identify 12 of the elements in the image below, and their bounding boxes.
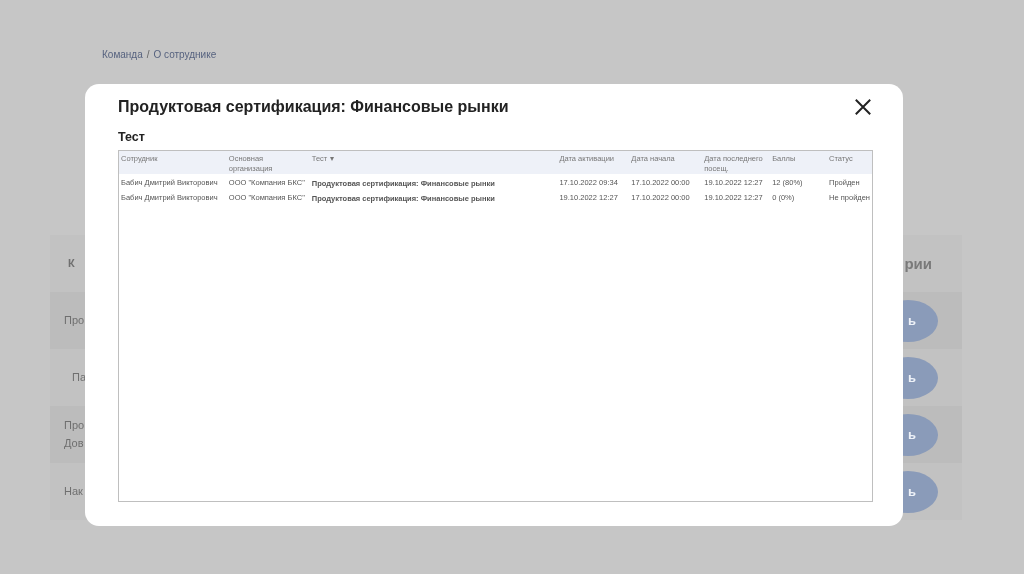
row-label: Нак (64, 483, 83, 499)
breadcrumb-link[interactable]: Команда (102, 49, 143, 60)
modal-title: Продуктовая сертификация: Финансовые рынки (118, 98, 509, 116)
row-label: Про (64, 312, 85, 328)
row-label: Па (71, 369, 87, 385)
breadcrumb-link[interactable]: О сотруднике (153, 49, 217, 60)
row-label: Про Дов (64, 417, 85, 451)
breadcrumb-separator: / (146, 49, 150, 60)
column-header: рии (904, 255, 932, 272)
section-title: Тест (118, 130, 146, 144)
close-icon[interactable] (854, 98, 872, 116)
column-header: К (67, 255, 75, 271)
